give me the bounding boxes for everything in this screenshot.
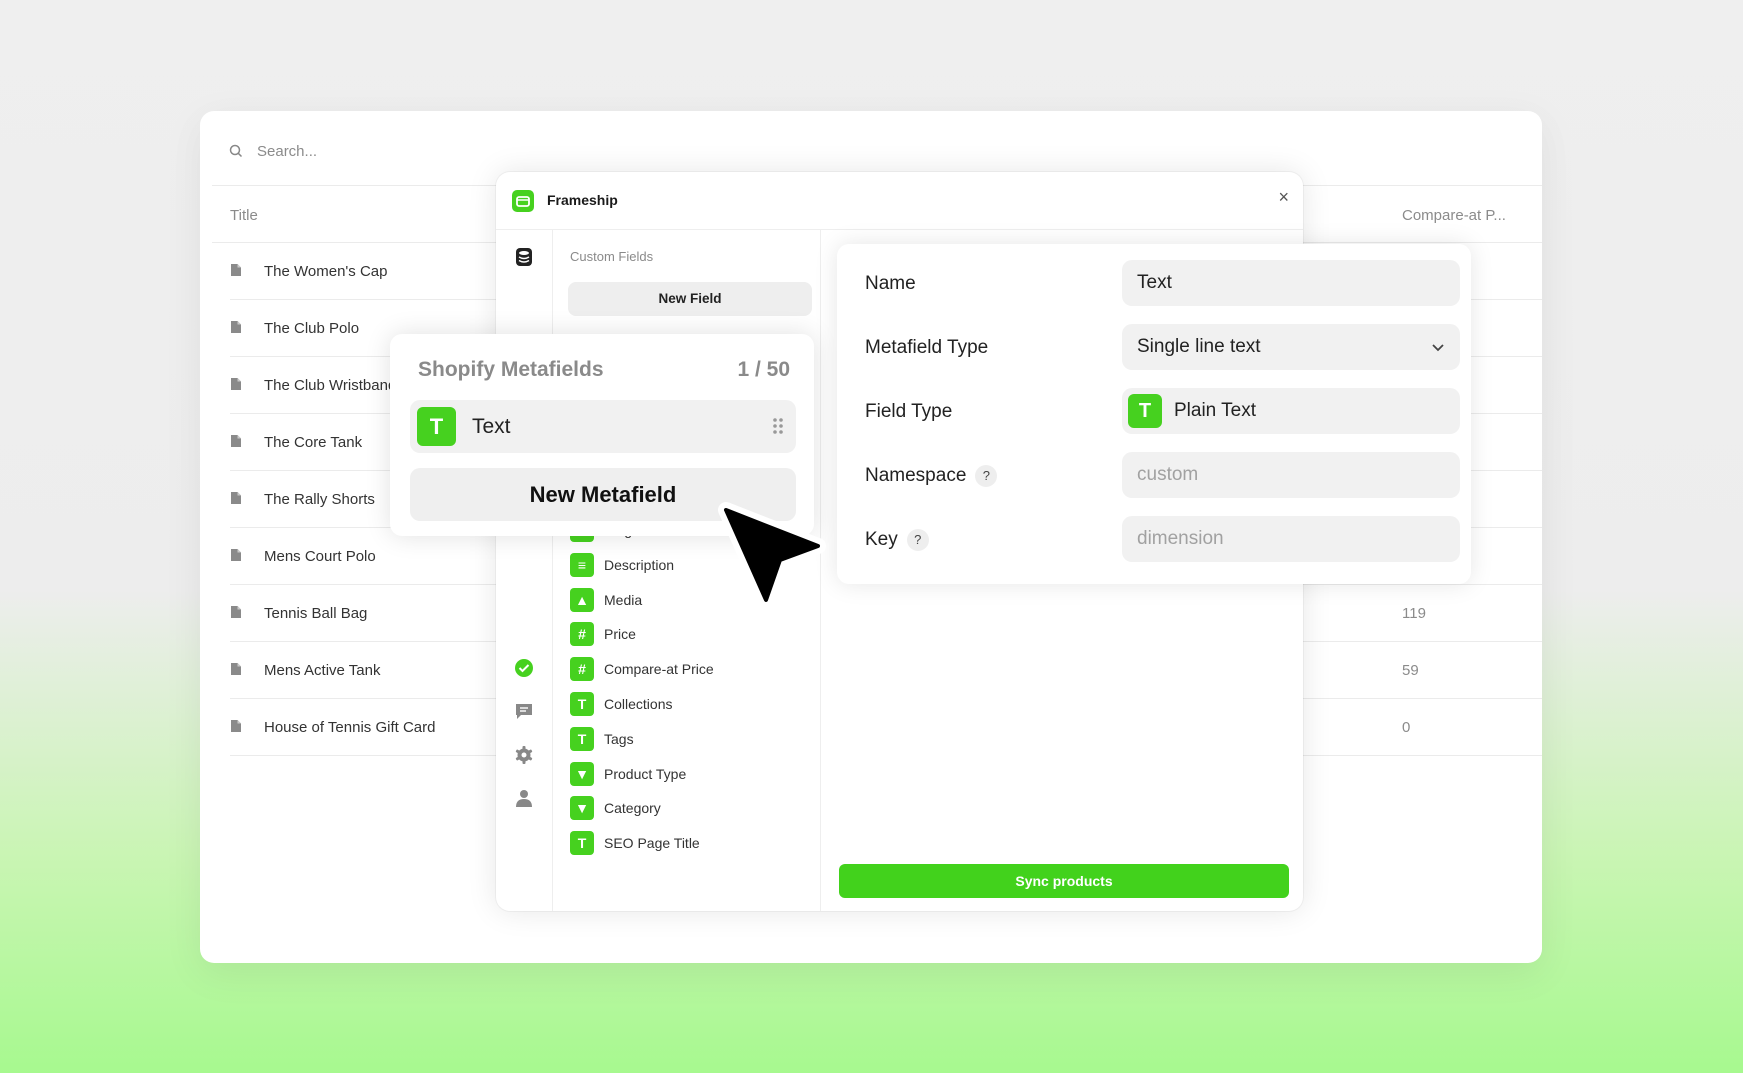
field-item[interactable]: T Tags: [570, 726, 634, 752]
name-input[interactable]: Text: [1122, 260, 1460, 306]
field-type-icon: ▼: [570, 761, 594, 786]
field-type-icon: T: [570, 831, 594, 856]
sidebar-rail: [496, 229, 553, 911]
database-icon[interactable]: [514, 247, 534, 267]
sync-products-button[interactable]: Sync products: [839, 864, 1289, 898]
row-title: The Club Wristband: [264, 377, 397, 394]
field-item[interactable]: ≡ Description: [570, 552, 674, 578]
key-label-text: Key: [865, 529, 898, 550]
metafield-item[interactable]: T Text: [410, 400, 796, 453]
field-item[interactable]: ▼ Product Type: [570, 761, 686, 787]
document-icon: [231, 264, 241, 276]
text-type-icon: T: [417, 407, 456, 446]
namespace-label: Namespace ?: [865, 465, 998, 487]
field-label: Category: [604, 800, 661, 817]
search-icon: [229, 144, 243, 158]
metafield-type-label: Metafield Type: [865, 337, 989, 358]
document-icon: [231, 378, 241, 390]
new-field-button[interactable]: New Field: [568, 282, 812, 316]
plugin-title: Frameship: [547, 192, 618, 208]
column-compare-header[interactable]: Compare-at P...: [1402, 207, 1506, 224]
close-icon[interactable]: ×: [1278, 187, 1289, 208]
field-type-icon: #: [570, 657, 594, 682]
document-icon: [231, 720, 241, 732]
field-label: Description: [604, 556, 675, 573]
gear-icon[interactable]: [514, 745, 534, 765]
column-title-header[interactable]: Title: [230, 207, 258, 224]
chat-icon[interactable]: [514, 701, 534, 721]
metafields-title: Shopify Metafields: [418, 358, 604, 381]
namespace-label-text: Namespace: [865, 465, 967, 486]
name-row: Name Text: [865, 260, 1460, 306]
document-icon: [231, 321, 241, 333]
metafield-type-select[interactable]: Single line text: [1122, 324, 1460, 370]
namespace-input[interactable]: custom: [1122, 452, 1460, 498]
field-type-label: Field Type: [865, 401, 953, 422]
field-label: Collections: [604, 696, 673, 712]
field-type-icon: #: [570, 622, 594, 647]
plugin-header: Frameship ×: [496, 172, 1303, 230]
row-title: The Rally Shorts: [264, 491, 375, 508]
field-item[interactable]: # Price: [570, 621, 636, 647]
key-input[interactable]: dimension: [1122, 516, 1460, 562]
field-type-icon: ≡: [570, 552, 594, 577]
field-label: SEO Page Title: [604, 835, 700, 852]
drag-handle-icon[interactable]: [772, 416, 784, 436]
key-label: Key ?: [865, 529, 929, 551]
row-title: The Women's Cap: [264, 263, 388, 280]
row-compare-price: 119: [1402, 605, 1426, 622]
field-label: Compare-at Price: [604, 661, 714, 678]
field-type-icon: T: [570, 726, 594, 751]
mouse-cursor-icon: [718, 502, 826, 608]
document-icon: [231, 606, 241, 618]
key-placeholder: dimension: [1137, 528, 1224, 549]
field-type-row: Field Type T Plain Text: [865, 388, 1460, 434]
document-icon: [231, 435, 241, 447]
document-icon: [231, 663, 241, 675]
row-title: The Core Tank: [264, 434, 363, 451]
text-type-icon: T: [1128, 394, 1162, 428]
field-type-icon: ▼: [570, 796, 594, 821]
field-label: Product Type: [604, 765, 687, 782]
metafield-settings-card: Name Text Metafield Type Single line tex…: [837, 244, 1471, 584]
row-title: Mens Court Polo: [264, 548, 376, 565]
field-type-value: Plain Text: [1174, 400, 1257, 421]
field-label: Price: [604, 626, 636, 643]
field-item[interactable]: T SEO Page Title: [570, 830, 700, 856]
metafield-item-label: Text: [472, 415, 511, 438]
check-circle-icon[interactable]: [514, 658, 534, 678]
name-value: Text: [1137, 272, 1172, 293]
row-compare-price: 0: [1402, 719, 1411, 736]
row-title: Tennis Ball Bag: [264, 605, 368, 622]
frameship-logo-icon: [512, 190, 534, 212]
namespace-row: Namespace ? custom: [865, 452, 1460, 498]
namespace-placeholder: custom: [1137, 464, 1199, 485]
help-icon[interactable]: ?: [906, 529, 929, 551]
field-type-icon: T: [570, 692, 594, 716]
help-icon[interactable]: ?: [975, 465, 998, 487]
row-title: House of Tennis Gift Card: [264, 719, 436, 736]
user-icon[interactable]: [514, 788, 534, 808]
field-item[interactable]: T Collections: [570, 691, 672, 717]
metafield-type-value: Single line text: [1137, 336, 1261, 357]
key-row: Key ? dimension: [865, 516, 1460, 562]
field-item[interactable]: ▼ Category: [570, 795, 661, 821]
field-item[interactable]: # Compare-at Price: [570, 656, 714, 682]
search-input[interactable]: Search...: [257, 143, 317, 160]
field-type-select[interactable]: T Plain Text: [1122, 388, 1460, 434]
metafield-type-row: Metafield Type Single line text: [865, 324, 1460, 370]
field-label: Media: [604, 591, 643, 608]
custom-fields-label: Custom Fields: [570, 249, 654, 264]
row-compare-price: 59: [1402, 662, 1419, 679]
chevron-down-icon: [1432, 344, 1444, 352]
document-icon: [231, 492, 241, 504]
row-title: Mens Active Tank: [264, 662, 381, 679]
name-label: Name: [865, 273, 916, 294]
metafields-count: 1 / 50: [737, 358, 790, 381]
field-item[interactable]: ▲ Media: [570, 587, 642, 613]
row-title: The Club Polo: [264, 320, 360, 337]
document-icon: [231, 549, 241, 561]
field-type-icon: ▲: [570, 587, 594, 612]
field-label: Tags: [604, 730, 634, 747]
